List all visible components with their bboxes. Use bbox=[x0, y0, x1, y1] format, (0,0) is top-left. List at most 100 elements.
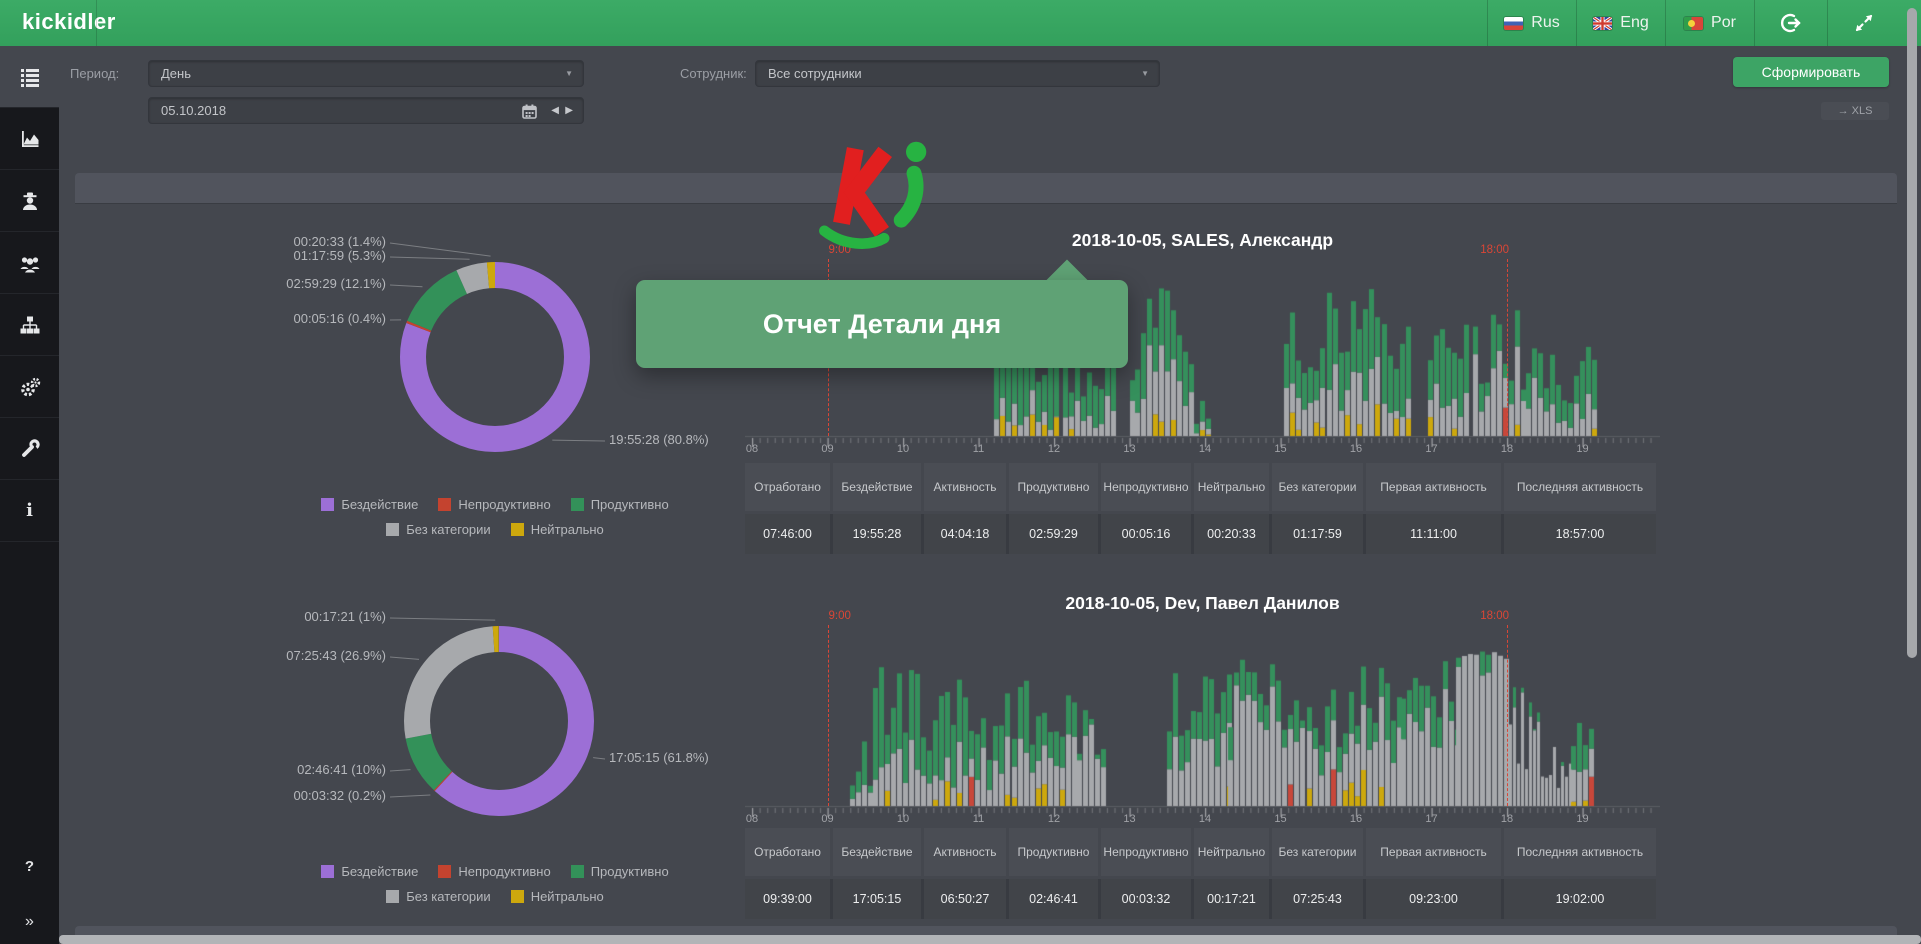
axis-tick-label: 17 bbox=[1425, 813, 1438, 825]
chart-icon bbox=[21, 130, 38, 147]
lang-eng-label: Eng bbox=[1620, 14, 1649, 31]
sidebar: i ? » bbox=[0, 46, 59, 944]
table-value-cell: 19:02:00 bbox=[1504, 879, 1656, 919]
table-header-cell: Первая активность bbox=[1366, 463, 1501, 511]
table-value-cell: 07:46:00 bbox=[745, 514, 830, 554]
chart-legend-row: Бездействие Непродуктивно Продуктивно bbox=[285, 497, 705, 512]
axis-tick-label: 12 bbox=[1047, 813, 1061, 825]
axis-tick-label: 10 bbox=[896, 443, 910, 455]
chart-legend-row: Без категории Нейтрально bbox=[285, 889, 705, 904]
table-header-cell: Последняя активность bbox=[1504, 828, 1656, 876]
lang-rus[interactable]: Rus bbox=[1487, 0, 1576, 46]
table-value-cell: 09:23:00 bbox=[1366, 879, 1501, 919]
work-hour-line bbox=[1507, 625, 1508, 806]
sidebar-item-tools[interactable] bbox=[0, 418, 59, 480]
group-icon bbox=[20, 256, 39, 272]
donut-slice-label: 19:55:28 (80.8%) bbox=[609, 432, 709, 447]
sidebar-item-structure[interactable] bbox=[0, 294, 59, 356]
axis-tick-label: 18 bbox=[1500, 813, 1514, 825]
table-header-cell: Непродуктивно bbox=[1101, 828, 1191, 876]
logout-button[interactable] bbox=[1754, 0, 1827, 46]
table-header-cell: Без категории bbox=[1272, 828, 1363, 876]
axis-tick-label: 14 bbox=[1198, 813, 1212, 825]
fullscreen-button[interactable] bbox=[1827, 0, 1900, 46]
axis-tick-label: 15 bbox=[1274, 813, 1287, 825]
vertical-scrollbar[interactable] bbox=[1907, 8, 1917, 658]
table-value-cell: 07:25:43 bbox=[1272, 879, 1363, 919]
work-hour-label: 9:00 bbox=[828, 610, 851, 622]
axis-tick-label: 16 bbox=[1349, 813, 1363, 825]
table-value-cell: 02:46:41 bbox=[1009, 879, 1098, 919]
sidebar-item-automation[interactable] bbox=[0, 356, 59, 418]
logout-icon bbox=[1781, 13, 1801, 33]
axis-tick-label: 17 bbox=[1425, 443, 1438, 455]
flag-russia-icon bbox=[1504, 16, 1524, 30]
kickidler-logo bbox=[819, 141, 927, 249]
info-icon: i bbox=[26, 500, 33, 521]
table-value-cell: 01:17:59 bbox=[1272, 514, 1363, 554]
table-header-cell: Продуктивно bbox=[1009, 828, 1098, 876]
summary-table-header: Отработано Бездействие Активность Продуктив… bbox=[745, 463, 1656, 511]
lang-por[interactable]: Por bbox=[1665, 0, 1754, 46]
legend-item: Нейтрально bbox=[510, 522, 604, 537]
donut-slice-label: 00:05:16 (0.4%) bbox=[293, 311, 386, 326]
table-header-cell: Активность bbox=[924, 828, 1006, 876]
lang-rus-label: Rus bbox=[1531, 14, 1560, 31]
table-value-cell: 00:03:32 bbox=[1101, 879, 1191, 919]
axis-tick-label: 16 bbox=[1349, 443, 1363, 455]
legend-swatch bbox=[321, 498, 335, 511]
agent-icon bbox=[22, 192, 37, 210]
axis-tick-label: 09 bbox=[821, 813, 834, 825]
lang-eng[interactable]: Eng bbox=[1576, 0, 1665, 46]
sidebar-item-charts[interactable] bbox=[0, 108, 59, 170]
brand-logo: kickidler bbox=[22, 9, 116, 34]
activity-timeline-chart bbox=[745, 634, 1660, 820]
table-value-cell: 00:17:21 bbox=[1194, 879, 1269, 919]
table-header-cell: Первая активность bbox=[1366, 828, 1501, 876]
axis-tick-label: 08 bbox=[745, 813, 759, 825]
donut-chart[interactable] bbox=[385, 247, 605, 467]
donut-chart[interactable] bbox=[389, 611, 609, 831]
topbar-divider bbox=[96, 0, 97, 46]
work-hour-label: 18:00 bbox=[1480, 244, 1509, 256]
axis-tick-label: 08 bbox=[745, 443, 759, 455]
table-header-cell: Отработано bbox=[745, 463, 830, 511]
legend-swatch bbox=[438, 498, 452, 511]
axis-tick-label: 19 bbox=[1576, 813, 1589, 825]
report-list-icon bbox=[20, 68, 39, 87]
work-hour-line bbox=[827, 625, 829, 806]
legend-item: Непродуктивно bbox=[438, 497, 551, 512]
tooltip-text: Отчет Детали дня bbox=[762, 308, 1002, 339]
horizontal-scrollbar[interactable] bbox=[59, 935, 1921, 944]
legend-swatch bbox=[510, 523, 524, 536]
axis-tick-label: 11 bbox=[972, 813, 985, 825]
legend-swatch bbox=[438, 865, 452, 878]
axis-tick-label: 13 bbox=[1123, 813, 1136, 825]
fullscreen-expand-icon bbox=[1855, 14, 1873, 32]
legend-item: Бездействие bbox=[321, 864, 418, 879]
table-header-cell: Активность bbox=[924, 463, 1006, 511]
sidebar-item-employees[interactable] bbox=[0, 232, 59, 294]
sidebar-item-reports[interactable] bbox=[0, 46, 59, 108]
table-value-cell: 09:39:00 bbox=[745, 879, 830, 919]
help-button[interactable]: ? bbox=[0, 858, 59, 875]
collapse-sidebar-button[interactable]: » bbox=[0, 913, 59, 931]
work-hour-label: 18:00 bbox=[1480, 610, 1509, 622]
report-tooltip: Отчет Детали дня bbox=[636, 280, 1128, 368]
legend-swatch bbox=[510, 890, 524, 903]
donut-slice-label: 02:59:29 (12.1%) bbox=[286, 276, 386, 291]
axis-tick-label: 10 bbox=[896, 813, 910, 825]
legend-item: Нейтрально bbox=[510, 889, 604, 904]
table-header-cell: Непродуктивно bbox=[1101, 463, 1191, 511]
table-header-cell: Бездействие bbox=[833, 463, 921, 511]
sidebar-item-about[interactable]: i bbox=[0, 480, 59, 542]
sidebar-item-agents[interactable] bbox=[0, 170, 59, 232]
legend-swatch bbox=[321, 865, 335, 878]
table-header-cell: Без категории bbox=[1272, 463, 1363, 511]
work-hour-line bbox=[1507, 259, 1508, 436]
axis-tick-label: 12 bbox=[1047, 443, 1061, 455]
table-header-cell: Отработано bbox=[745, 828, 830, 876]
wrench-icon bbox=[21, 438, 40, 457]
legend-item: Без категории bbox=[386, 889, 491, 904]
app-window: Период: День ▼ 05.10.2018 ◀ ▶ Сотрудник:… bbox=[0, 0, 1921, 944]
